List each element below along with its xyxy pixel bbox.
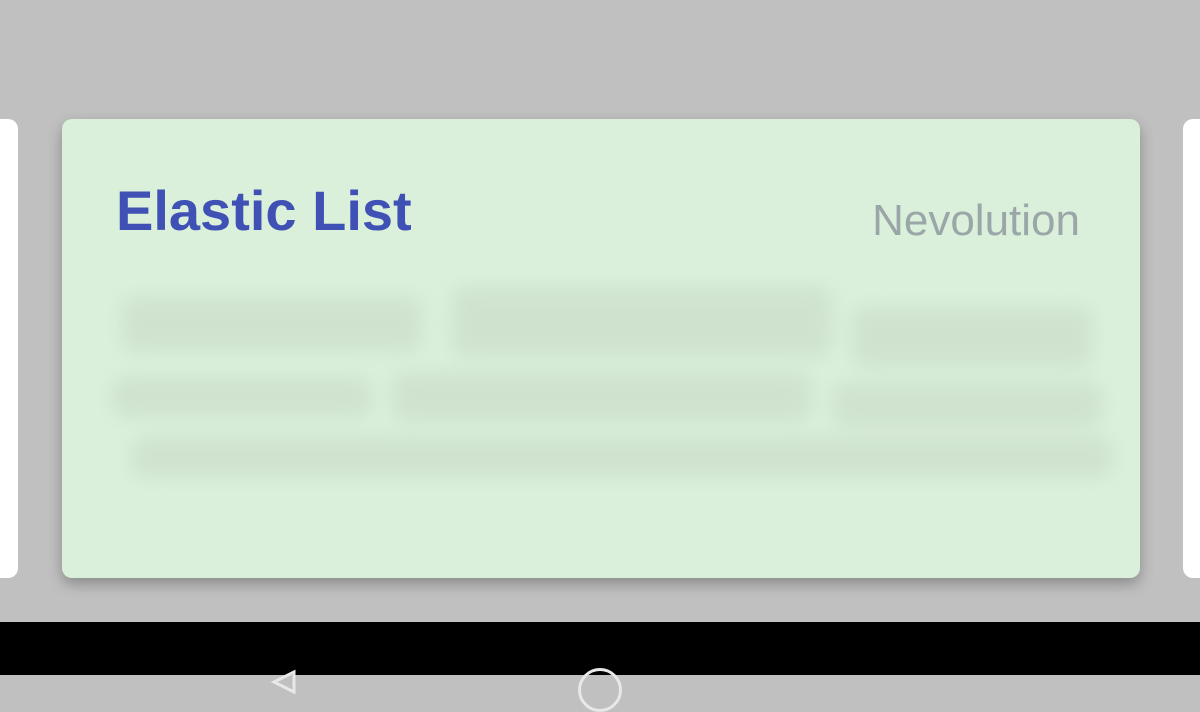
next-card[interactable]: [1183, 119, 1200, 578]
card-preview-image: [92, 287, 1112, 487]
card-author: Nevolution: [872, 196, 1080, 245]
previous-card[interactable]: [0, 119, 18, 578]
card-title: Elastic List: [116, 179, 412, 242]
back-triangle-icon[interactable]: [270, 668, 298, 696]
card-carousel[interactable]: Elastic List Nevolution: [0, 0, 1200, 622]
library-card[interactable]: Elastic List Nevolution: [62, 119, 1140, 578]
